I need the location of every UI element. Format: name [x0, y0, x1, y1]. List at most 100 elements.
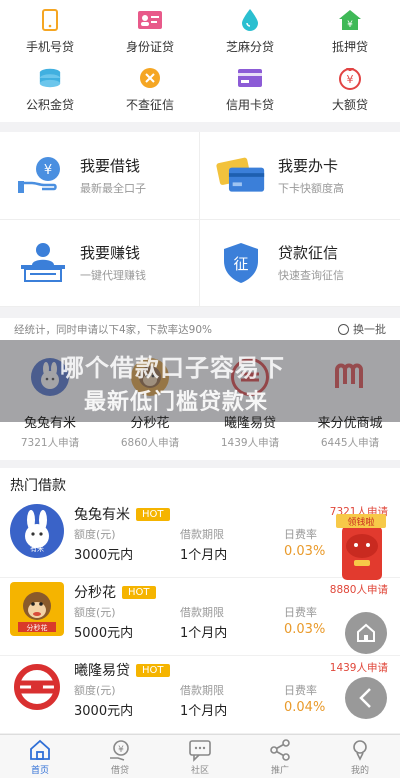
card-subtitle: 快速查询征信 [278, 269, 344, 283]
rate-label: 日费率 [284, 606, 317, 619]
term-label: 借款期限 [180, 606, 224, 619]
coins-icon [38, 66, 62, 90]
stats-text: 经统计，同时申请以下4家，下款率达90% [14, 323, 213, 336]
card-earn-money[interactable]: 我要赚钱 一键代理赚钱 [0, 219, 200, 307]
category-label: 大额贷 [331, 98, 368, 112]
app-name: 分秒花 [130, 416, 170, 431]
category-no-credit-check[interactable]: 不查征信 [100, 62, 200, 120]
rate-label: 日费率 [284, 528, 317, 541]
refresh-icon [338, 323, 349, 335]
bottom-tab-bar: 首页 ¥ 借贷 社区 推广 我的 [0, 734, 400, 778]
loan-icon: ¥ [110, 739, 129, 761]
app-count: 6445人申请 [320, 437, 380, 449]
term-label: 借款期限 [180, 528, 224, 541]
card-title: 我要赚钱 [80, 244, 141, 263]
category-label: 身份证贷 [125, 40, 174, 54]
card-title: 我要借钱 [80, 156, 141, 175]
card-title: 贷款征信 [278, 244, 339, 263]
loan-item[interactable]: 曦隆易贷 HOT 1439人申请 额度(元) 借款期限 日费率 3000元内 1… [0, 656, 400, 734]
category-mortgage-loan[interactable]: ¥ 抵押贷 [300, 4, 400, 62]
tab-community[interactable]: 社区 [160, 735, 240, 778]
card-subtitle: 下卡快额度高 [278, 181, 344, 195]
user-icon [353, 739, 367, 761]
card-subtitle: 一键代理赚钱 [80, 269, 146, 283]
category-sesame-loan[interactable]: 芝麻分贷 [200, 4, 300, 62]
chevron-left-icon [359, 688, 371, 708]
term-value: 1个月内 [180, 626, 228, 641]
home-float-button[interactable] [345, 612, 387, 654]
id-card-icon [138, 8, 162, 32]
category-id-card-loan[interactable]: 身份证贷 [100, 4, 200, 62]
shield-zheng-icon: 征 [216, 238, 266, 288]
agent-icon [18, 238, 68, 288]
credit-card-icon [238, 66, 262, 90]
term-label: 借款期限 [180, 684, 224, 697]
category-fund-loan[interactable]: 公积金贷 [0, 62, 100, 120]
share-icon [270, 738, 290, 761]
hot-badge: HOT [122, 585, 156, 599]
app-name: 来分优商城 [317, 416, 383, 431]
refresh-label: 换一批 [353, 323, 386, 336]
category-label: 不查征信 [125, 98, 174, 112]
category-phone-loan[interactable]: 手机号贷 [0, 4, 100, 62]
tab-mine[interactable]: 我的 [320, 735, 400, 778]
amount-label: 额度(元) [74, 606, 116, 619]
house-icon: ¥ [338, 8, 362, 32]
svg-text:征: 征 [233, 255, 248, 273]
category-label: 抵押贷 [331, 40, 368, 54]
tab-loan[interactable]: ¥ 借贷 [80, 735, 160, 778]
rate-value: 0.04% [284, 700, 326, 715]
close-circle-icon [138, 66, 162, 90]
svg-text:¥: ¥ [118, 745, 124, 755]
svg-text:¥: ¥ [347, 20, 353, 30]
category-label: 芝麻分贷 [225, 40, 274, 54]
rate-label: 日费率 [284, 684, 317, 697]
amount-value: 3000元内 [74, 548, 134, 563]
tab-promote[interactable]: 推广 [240, 735, 320, 778]
card-subtitle: 最新最全口子 [80, 181, 146, 195]
card-credit-report[interactable]: 征 贷款征信 快速查询征信 [200, 220, 400, 307]
rabbit-logo-text: 有米 [30, 544, 44, 553]
app-count: 1439人申请 [220, 437, 280, 449]
cards-icon [216, 150, 266, 200]
hot-loans-section: 热门借款 有米 兔兔有米 HOT 7321人申请 额度(元) 借款期限 日费率 … [0, 468, 400, 734]
rate-value: 0.03% [284, 622, 326, 637]
tab-label: 推广 [270, 765, 289, 776]
phone-icon [38, 8, 62, 32]
category-credit-card-loan[interactable]: 信用卡贷 [200, 62, 300, 120]
overlay-banner[interactable]: 哪个借款口子容易下 最新低门槛贷款来 [0, 340, 400, 422]
recommend-section: 经统计，同时申请以下4家，下款率达90% 换一批 兔兔有米 7321人申请 分秒… [0, 318, 400, 460]
hot-badge: HOT [136, 663, 170, 677]
loan-item[interactable]: 分秒花 分秒花 HOT 8880人申请 额度(元) 借款期限 日费率 5000元… [0, 578, 400, 656]
drop-icon [238, 8, 262, 32]
amount-label: 额度(元) [74, 684, 116, 697]
tab-label: 我的 [350, 765, 369, 776]
amount-value: 5000元内 [74, 626, 134, 641]
card-apply-card[interactable]: 我要办卡 下卡快额度高 [200, 132, 400, 220]
term-value: 1个月内 [180, 548, 228, 563]
category-label: 手机号贷 [25, 40, 74, 54]
loan-name: 兔兔有米 [74, 507, 130, 523]
tab-home[interactable]: 首页 [0, 735, 80, 778]
term-value: 1个月内 [180, 704, 228, 719]
app-name: 兔兔有米 [23, 416, 76, 431]
tab-label: 借贷 [110, 765, 129, 776]
loan-count: 1439人申请 [329, 662, 388, 674]
rabbit-logo-icon: 有米 [10, 504, 64, 558]
card-borrow-money[interactable]: ¥ 我要借钱 最新最全口子 [0, 132, 200, 220]
loan-name: 曦隆易贷 [74, 663, 130, 679]
refresh-button[interactable]: 换一批 [338, 321, 386, 337]
hot-badge: HOT [136, 507, 170, 521]
app-name: 曦隆易贷 [223, 416, 276, 431]
section-title: 热门借款 [10, 478, 66, 494]
monkey-logo-text: 分秒花 [27, 623, 48, 632]
loan-count: 8880人申请 [329, 584, 388, 596]
amount-label: 额度(元) [74, 528, 116, 541]
chat-icon [189, 739, 211, 762]
hand-coin-icon: ¥ [18, 150, 68, 200]
red-envelope-promo[interactable]: 领钱啦 [332, 512, 390, 584]
back-float-button[interactable] [345, 677, 387, 719]
card-title: 我要办卡 [278, 156, 339, 175]
category-large-loan[interactable]: ¥ 大额贷 [300, 62, 400, 120]
svg-text:¥: ¥ [44, 163, 52, 178]
